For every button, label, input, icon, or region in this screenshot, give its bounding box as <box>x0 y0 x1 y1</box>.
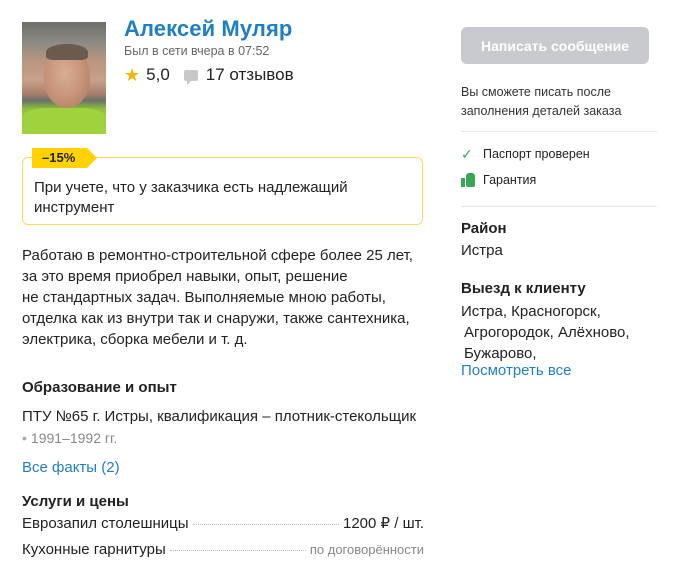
district-heading: Район <box>461 220 507 237</box>
service-price: 1200 ₽ / шт. <box>343 515 424 532</box>
education-entry: ПТУ №65 г. Истры, квалификация – плотник… <box>22 408 417 425</box>
discount-text: При учете, что у заказчика есть надлежащ… <box>34 179 348 216</box>
about-text: Работаю в ремонтно-строительной сфере бо… <box>22 245 417 350</box>
service-name: Кухонные гарнитуры <box>22 541 166 558</box>
visit-locations-line: Истра, Красногорск, <box>461 303 601 320</box>
visit-locations: Истра, Красногорск, Агрогородок, Алёхнов… <box>461 301 661 364</box>
check-icon: ✓ <box>461 146 473 162</box>
comment-icon <box>183 69 198 85</box>
visit-locations-line: Бужарово, <box>464 345 537 362</box>
visit-heading: Выезд к клиенту <box>461 280 586 297</box>
service-name: Еврозапил столешницы <box>22 515 189 532</box>
dotted-leader <box>192 524 339 525</box>
about-line: отделка как из внутри так и снаружи, так… <box>22 310 410 327</box>
all-facts-link[interactable]: Все факты (2) <box>22 459 120 476</box>
message-note: Вы сможете писать после заполнения детал… <box>461 85 622 118</box>
divider <box>461 131 657 132</box>
last-seen-status: Был в сети вчера в 07:52 <box>124 44 270 58</box>
service-row: Еврозапил столешницы 1200 ₽ / шт. <box>22 514 424 532</box>
discount-tag: –15% <box>32 148 98 168</box>
services-heading: Услуги и цены <box>22 493 129 510</box>
rating-value: 5,0 <box>146 65 170 84</box>
service-price: по договорённости <box>309 542 424 557</box>
reviews-link[interactable]: 17 отзывов <box>206 65 294 85</box>
avatar-shirt <box>22 108 106 134</box>
passport-badge: ✓ Паспорт проверен <box>461 147 590 161</box>
view-all-link[interactable]: Посмотреть все <box>461 362 572 379</box>
rating-row: ★ 5,0 17 отзывов <box>124 64 294 86</box>
divider <box>461 206 657 207</box>
thumbs-up-icon <box>461 173 475 187</box>
write-message-button[interactable]: Написать сообщение <box>461 27 649 64</box>
education-years: • 1991–1992 гг. <box>22 430 117 446</box>
about-line: за это время приобрел навыки, опыт, реше… <box>22 268 348 285</box>
about-line: не стандартных задач. Выполняемые мною р… <box>22 289 386 306</box>
district-value: Истра <box>461 242 503 259</box>
avatar[interactable] <box>22 22 106 134</box>
education-heading: Образование и опыт <box>22 379 177 396</box>
passport-badge-label: Паспорт проверен <box>483 147 590 161</box>
guarantee-badge-label: Гарантия <box>483 173 537 187</box>
guarantee-badge: Гарантия <box>461 173 536 187</box>
about-line: Работаю в ремонтно-строительной сфере бо… <box>22 247 413 264</box>
profile-name[interactable]: Алексей Муляр <box>124 16 292 42</box>
dotted-leader <box>169 550 306 551</box>
visit-locations-line: Агрогородок, Алёхново, <box>464 324 630 341</box>
education-years-value: 1991–1992 гг. <box>30 430 118 446</box>
avatar-hair <box>46 44 88 60</box>
star-icon: ★ <box>124 65 141 85</box>
about-line: электрика, сборка мебели и т. д. <box>22 331 248 348</box>
service-row: Кухонные гарнитуры по договорённости <box>22 541 424 558</box>
bullet-dot: • <box>22 430 27 446</box>
